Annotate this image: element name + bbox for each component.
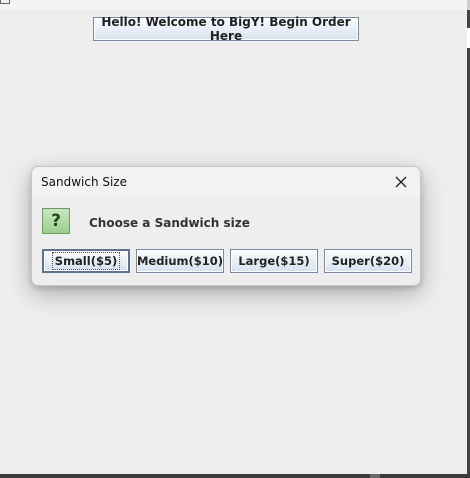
window-bottom-edge xyxy=(0,474,470,478)
medium-size-label: Medium($10) xyxy=(136,254,224,268)
window-bottom-edge xyxy=(370,474,380,478)
small-size-button[interactable]: Small($5) xyxy=(42,249,130,273)
question-icon: ? xyxy=(42,208,70,234)
dialog-title: Sandwich Size xyxy=(41,175,127,189)
large-size-label: Large($15) xyxy=(238,254,310,268)
question-glyph: ? xyxy=(51,211,61,231)
close-icon xyxy=(395,173,407,192)
dialog-titlebar[interactable]: Sandwich Size xyxy=(32,167,420,196)
super-size-label: Super($20) xyxy=(331,254,405,268)
close-button[interactable] xyxy=(390,171,412,193)
window-top-strip xyxy=(0,0,470,10)
begin-order-button[interactable]: Hello! Welcome to BigY! Begin Order Here xyxy=(93,15,359,43)
large-size-button[interactable]: Large($15) xyxy=(230,249,318,273)
super-size-button[interactable]: Super($20) xyxy=(324,249,412,273)
medium-size-button[interactable]: Medium($10) xyxy=(136,249,224,273)
dialog-message: Choose a Sandwich size xyxy=(89,216,250,230)
sandwich-size-dialog: Sandwich Size ? Choose a Sandwich size S… xyxy=(31,166,421,286)
window-app-icon xyxy=(0,0,10,4)
small-size-label: Small($5) xyxy=(51,252,121,270)
